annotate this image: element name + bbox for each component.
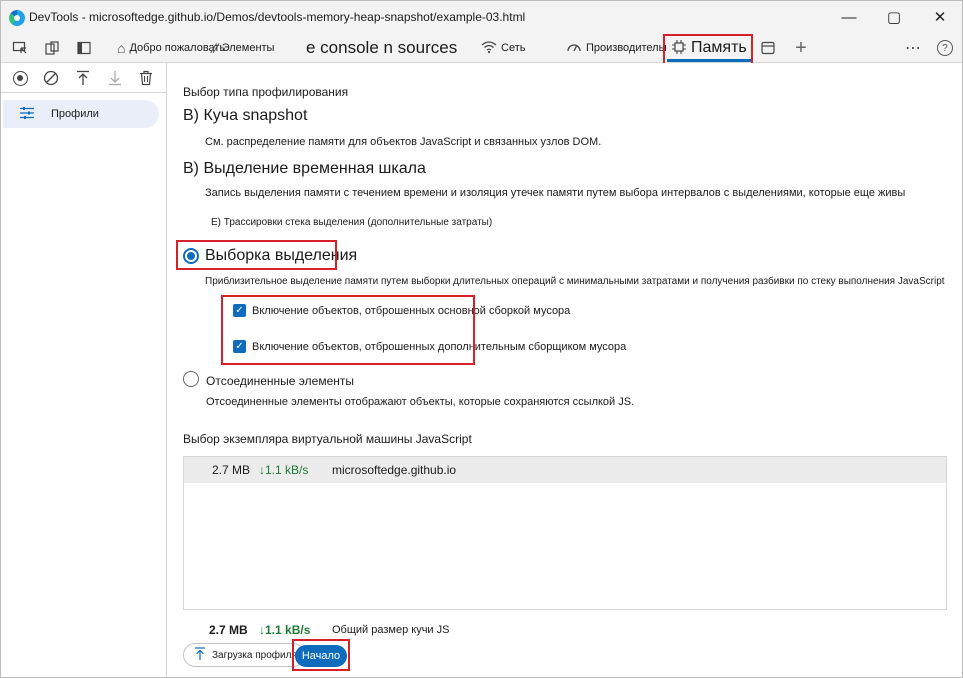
vm-instance-row[interactable]: 2.7 MB ↓1.1 kB/s microsoftedge.github.io: [184, 457, 946, 483]
profiles-toolbar: [1, 63, 166, 93]
garbage-collect-button[interactable]: [137, 69, 155, 87]
major-gc-label[interactable]: Включение объектов, отброшенных основной…: [252, 305, 570, 317]
inspect-element-icon[interactable]: [10, 38, 30, 58]
detached-elements-desc: Отсоединенные элементы отображают объект…: [206, 396, 635, 408]
tab-welcome-label: Добро пожаловать: [129, 42, 226, 54]
tab-network[interactable]: Сеть: [481, 33, 525, 63]
trash-icon: [140, 70, 152, 86]
allocation-timeline-option[interactable]: В) Выделение временная шкала: [183, 160, 426, 178]
help-icon: ?: [937, 40, 953, 56]
add-tab-button[interactable]: +: [791, 37, 811, 59]
clear-all-button[interactable]: [42, 69, 60, 87]
start-button[interactable]: Начало: [295, 645, 347, 667]
allocation-sampling-desc: Приблизительное выделение памяти путем в…: [205, 276, 945, 287]
heap-snapshot-option[interactable]: В) Куча snapshot: [183, 107, 307, 125]
tab-console-sources-label: e console n sources: [306, 38, 458, 57]
tab-console-sources[interactable]: e console n sources: [306, 33, 457, 63]
total-heap-rate: ↓1.1 kB/s: [259, 623, 311, 637]
allocation-timeline-desc: Запись выделения памяти с течением време…: [205, 187, 906, 199]
tab-performance[interactable]: Производительность: [566, 33, 666, 63]
device-emulation-icon[interactable]: [42, 38, 62, 58]
vm-instances-list: 2.7 MB ↓1.1 kB/s microsoftedge.github.io: [183, 456, 947, 610]
major-gc-checkbox[interactable]: ✓: [233, 304, 246, 317]
tab-elements-label: Элементы: [221, 42, 275, 54]
profiling-type-panel: Выбор типа профилирования В) Куча snapsh…: [168, 63, 962, 677]
sidebar-item-label: Профили: [51, 108, 99, 120]
sidebar-item-profiles[interactable]: Профили: [3, 100, 159, 128]
memory-chip-icon: [671, 39, 687, 58]
vm-selection-heading: Выбор экземпляра виртуальной машины Java…: [183, 432, 472, 446]
download-icon: [109, 71, 121, 86]
tab-elements[interactable]: ∕∕ Элементы: [213, 33, 274, 63]
load-profile-button[interactable]: Загрузка профиля: [183, 643, 305, 667]
wifi-icon: [481, 40, 497, 57]
allocation-sampling-title[interactable]: Выборка выделения: [205, 247, 357, 265]
sliders-icon: [19, 106, 37, 123]
tab-memory-label: Память: [691, 39, 747, 56]
allocation-stack-traces-option[interactable]: Е) Трассировки стека выделения (дополнит…: [211, 217, 492, 228]
window-title: DevTools - microsoftedge.github.io/Demos…: [29, 10, 526, 24]
total-heap-size: 2.7 MB: [209, 623, 248, 637]
devtools-toolbar: ⌂ Добро пожаловать ∕∕ Элементы e console…: [1, 33, 962, 63]
toggle-sidebar-icon[interactable]: [74, 38, 94, 58]
close-button[interactable]: ✕: [917, 1, 962, 33]
record-button[interactable]: [11, 69, 29, 87]
edge-logo-icon: [9, 10, 25, 26]
clear-icon: [43, 70, 59, 86]
maximize-button[interactable]: ▢: [871, 1, 917, 33]
total-heap-label: Общий размер кучи JS: [332, 624, 450, 636]
minor-gc-checkbox[interactable]: ✓: [233, 340, 246, 353]
vm-heap-rate: ↓1.1 kB/s: [259, 463, 309, 477]
help-button[interactable]: ?: [935, 38, 955, 58]
tab-performance-label: Производительность: [586, 42, 666, 54]
vm-origin: microsoftedge.github.io: [332, 463, 457, 477]
active-tab-indicator: [667, 59, 751, 62]
upload-button[interactable]: [74, 69, 92, 87]
elements-icon: ∕∕: [213, 40, 218, 56]
minimize-button[interactable]: —: [826, 1, 872, 33]
tab-welcome[interactable]: ⌂ Добро пожаловать: [117, 33, 225, 63]
title-bar: DevTools - microsoftedge.github.io/Demos…: [1, 1, 962, 33]
heap-snapshot-desc: См. распределение памяти для объектов Ja…: [205, 136, 602, 148]
home-icon: ⌂: [117, 40, 126, 56]
profiles-sidebar: Профили: [1, 63, 167, 677]
application-panel-icon[interactable]: [758, 38, 778, 58]
tab-network-label: Сеть: [501, 42, 526, 54]
minor-gc-label[interactable]: Включение объектов, отброшенных дополнит…: [252, 341, 626, 353]
download-button[interactable]: [106, 69, 124, 87]
record-icon: [12, 70, 28, 86]
allocation-sampling-radio[interactable]: [183, 248, 199, 264]
upload-icon: [194, 646, 206, 664]
devtools-window: DevTools - microsoftedge.github.io/Demos…: [0, 0, 963, 678]
select-profiling-type-heading: Выбор типа профилирования: [183, 85, 349, 99]
gauge-icon: [566, 40, 582, 57]
detached-elements-radio[interactable]: [183, 371, 199, 387]
load-profile-label: Загрузка профиля: [212, 649, 297, 661]
more-tools-button[interactable]: ⋯: [903, 38, 923, 58]
detached-elements-title[interactable]: Отсоединенные элементы: [206, 374, 354, 388]
upload-icon: [77, 70, 89, 85]
vm-heap-size: 2.7 MB: [212, 463, 251, 477]
